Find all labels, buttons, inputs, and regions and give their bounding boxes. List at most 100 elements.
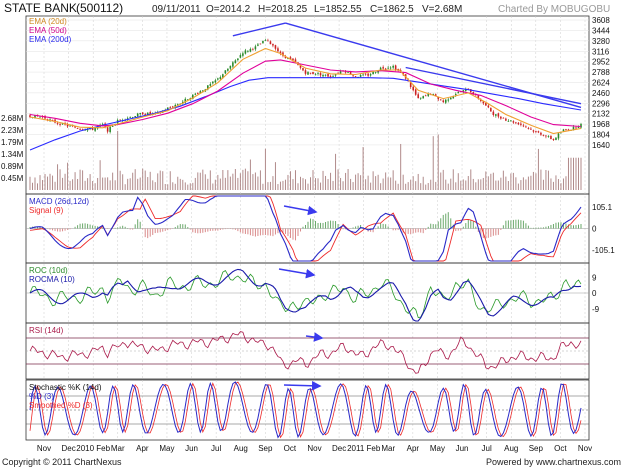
candle-body (392, 65, 394, 68)
price-tick-label: 3444 (592, 26, 610, 35)
candle-body (307, 72, 309, 75)
price-tick-label: 2296 (592, 99, 610, 108)
stock-title: STATE BANK (4, 1, 77, 15)
candle-body (322, 74, 324, 77)
candle-body (212, 81, 214, 84)
legend-stoch-smoothed-d: Smoothed %D (3) (29, 401, 93, 410)
candle-body (134, 116, 136, 118)
x-tick-label: Apr (407, 444, 420, 453)
candle-body (527, 128, 530, 129)
candle-body (304, 70, 307, 74)
candle-body (359, 74, 362, 77)
legend-rocma: ROCMA (10) (29, 275, 75, 284)
candle-body (339, 71, 342, 74)
x-tick-label: Apr (136, 444, 149, 453)
candle-body (197, 93, 199, 95)
candle-body (302, 68, 304, 71)
candle-body (224, 70, 227, 74)
price-tick-label: 1640 (592, 141, 610, 150)
divergence-arrow (283, 380, 322, 391)
price-tick-label: 2460 (592, 89, 610, 98)
candle-body (237, 58, 239, 61)
volume-bars (29, 130, 582, 190)
candle-body (515, 122, 517, 124)
volume-tick-label: 1.34M (1, 150, 24, 159)
candle-body (372, 71, 374, 75)
x-tick-label: Aug (234, 444, 248, 453)
candle-body (59, 123, 61, 125)
candle-body (580, 124, 582, 128)
divergence-arrow (278, 268, 316, 279)
candle-body (129, 116, 131, 118)
candle-body (314, 74, 317, 76)
candle-body (262, 40, 264, 44)
legend-stoch-d: %D (3) (29, 392, 54, 401)
candle-body (552, 139, 555, 140)
candle-body (419, 97, 422, 99)
macd-tick-label: -105.1 (592, 246, 615, 255)
candle-body (442, 100, 445, 102)
stock-chart: STATE BANK (500112) 09/11/2011 O=2014.2 … (1, 1, 621, 467)
candle-body (394, 65, 397, 70)
x-tick-label: Dec (61, 444, 75, 453)
candle-body (417, 94, 420, 99)
x-tick-label: Dec (332, 444, 346, 453)
candle-body (439, 99, 442, 101)
price-tick-label: 3608 (592, 16, 610, 25)
x-tick-label: Jun (456, 444, 469, 453)
candle-body (169, 106, 172, 108)
candle-body (269, 41, 272, 45)
candle-body (252, 49, 254, 51)
candle-body (324, 74, 327, 76)
candle-body (69, 125, 71, 127)
rocma-line (29, 268, 582, 322)
candle-body (274, 45, 277, 49)
candle-body (575, 127, 577, 129)
candle-body (94, 127, 96, 131)
candle-body (106, 127, 109, 132)
candle-body (389, 67, 392, 69)
x-tick-label: Nov (578, 444, 592, 453)
candle-body (332, 76, 334, 77)
chart-header: STATE BANK (500112) 09/11/2011 O=2014.2 … (4, 1, 610, 15)
legend-rsi: RSI (14d) (29, 326, 64, 335)
candle-body (367, 73, 369, 76)
divergence-arrow (283, 205, 318, 216)
candle-body (557, 133, 560, 139)
price-tick-label: 2788 (592, 68, 610, 77)
candle-body (505, 118, 507, 121)
legend-ema50: EMA (50d) (29, 26, 67, 35)
roc-tick-label: 9 (592, 273, 597, 282)
x-tick-label: Sep (529, 444, 544, 453)
footer-powered-by[interactable]: Powered by www.chartnexus.com (486, 457, 621, 467)
candle-body (510, 120, 512, 122)
candle-body (412, 86, 414, 91)
macd-tick-label: 0 (592, 225, 597, 234)
candle-body (424, 95, 427, 97)
candle-body (344, 71, 347, 73)
roc-tick-label: 0 (592, 289, 597, 298)
candle-body (119, 119, 121, 121)
chart-credit: Charted By MOBUGOBU (498, 4, 610, 15)
x-tick-label: May (430, 444, 445, 453)
candle-body (141, 112, 144, 115)
candle-body (79, 128, 81, 130)
candle-body (545, 135, 547, 137)
candle-body (136, 113, 139, 117)
candle-body (264, 40, 267, 41)
candle-body (56, 122, 59, 124)
ema20-line (29, 47, 582, 135)
candle-body (532, 130, 535, 132)
candle-body (309, 72, 312, 74)
roc-line (29, 270, 582, 318)
price-tick-label: 3116 (592, 47, 610, 56)
x-tick-label: Jul (482, 444, 492, 453)
candle-body (485, 103, 487, 106)
header-volume: V=2.68M (422, 4, 462, 15)
candle-body (369, 74, 372, 76)
volume-tick-label: 2.23M (1, 126, 24, 135)
candle-body (247, 50, 249, 52)
candle-body (272, 43, 274, 46)
candle-body (384, 68, 387, 70)
candle-body (139, 113, 141, 115)
